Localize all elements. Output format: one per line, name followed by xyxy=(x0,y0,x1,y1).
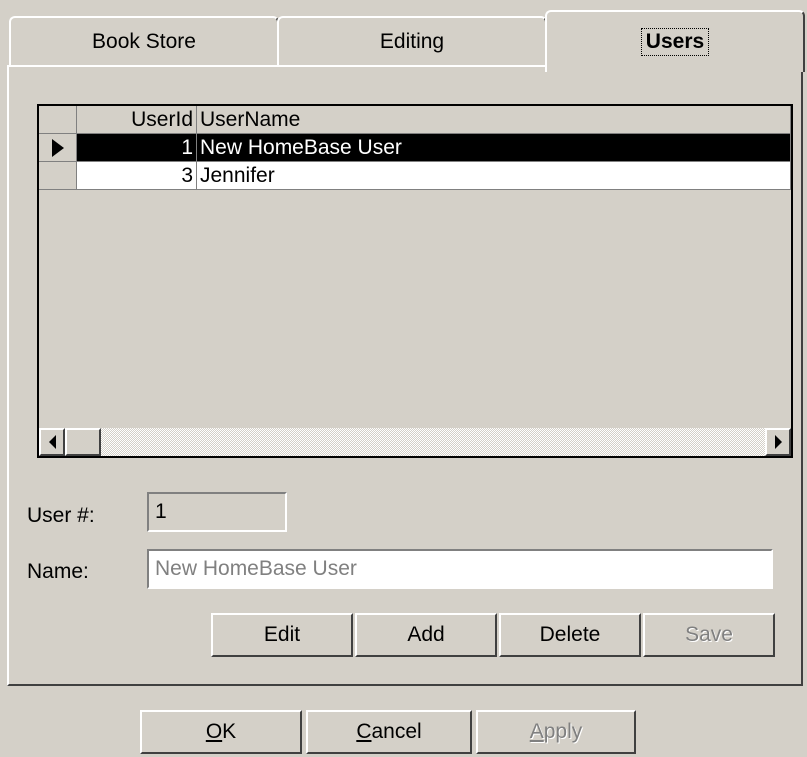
ok-mnemonic: O xyxy=(205,720,223,743)
table-row[interactable]: 1 New HomeBase User xyxy=(39,134,791,162)
tab-editing[interactable]: Editing xyxy=(277,16,547,66)
tab-book-store[interactable]: Book Store xyxy=(9,16,279,66)
name-field[interactable]: New HomeBase User xyxy=(147,549,773,589)
ok-button[interactable]: OK xyxy=(140,710,302,754)
cell-username[interactable]: Jennifer xyxy=(197,162,791,190)
horizontal-scrollbar[interactable] xyxy=(39,428,791,456)
edit-button[interactable]: Edit xyxy=(211,613,353,657)
right-arrow-icon xyxy=(774,435,782,449)
row-selector[interactable] xyxy=(39,162,77,190)
cell-userid[interactable]: 1 xyxy=(77,134,197,162)
apply-label: pply xyxy=(543,720,583,743)
row-pointer-icon xyxy=(51,138,64,157)
user-number-field[interactable]: 1 xyxy=(147,492,287,532)
users-tab-panel: UserId UserName 1 New HomeBase User 3 Je… xyxy=(7,65,803,686)
column-header-username[interactable]: UserName xyxy=(197,106,791,134)
scroll-thumb[interactable] xyxy=(65,428,101,456)
scroll-right-button[interactable] xyxy=(765,428,791,456)
user-number-label: User #: xyxy=(27,504,95,527)
tab-label: Editing xyxy=(379,30,445,53)
tab-label: Users xyxy=(640,28,710,56)
ok-label: K xyxy=(222,720,237,743)
scroll-left-button[interactable] xyxy=(39,428,65,456)
column-header-userid[interactable]: UserId xyxy=(77,106,197,134)
save-button[interactable]: Save xyxy=(643,613,775,657)
apply-mnemonic: A xyxy=(529,720,544,743)
tab-label: Book Store xyxy=(92,30,196,53)
cell-username[interactable]: New HomeBase User xyxy=(197,134,791,162)
cancel-label: ancel xyxy=(371,720,422,743)
users-grid[interactable]: UserId UserName 1 New HomeBase User 3 Je… xyxy=(37,104,793,458)
table-row[interactable]: 3 Jennifer xyxy=(39,162,791,190)
name-label: Name: xyxy=(27,560,89,583)
header-corner xyxy=(39,106,77,134)
cancel-button[interactable]: Cancel xyxy=(306,710,472,754)
add-button[interactable]: Add xyxy=(355,613,497,657)
cancel-mnemonic: C xyxy=(356,720,372,743)
apply-button[interactable]: Apply xyxy=(476,710,636,754)
grid-header-row: UserId UserName xyxy=(39,106,791,134)
left-arrow-icon xyxy=(48,435,56,449)
cell-userid[interactable]: 3 xyxy=(77,162,197,190)
tab-users[interactable]: Users xyxy=(545,10,805,72)
row-selector[interactable] xyxy=(39,134,77,162)
delete-button[interactable]: Delete xyxy=(499,613,641,657)
